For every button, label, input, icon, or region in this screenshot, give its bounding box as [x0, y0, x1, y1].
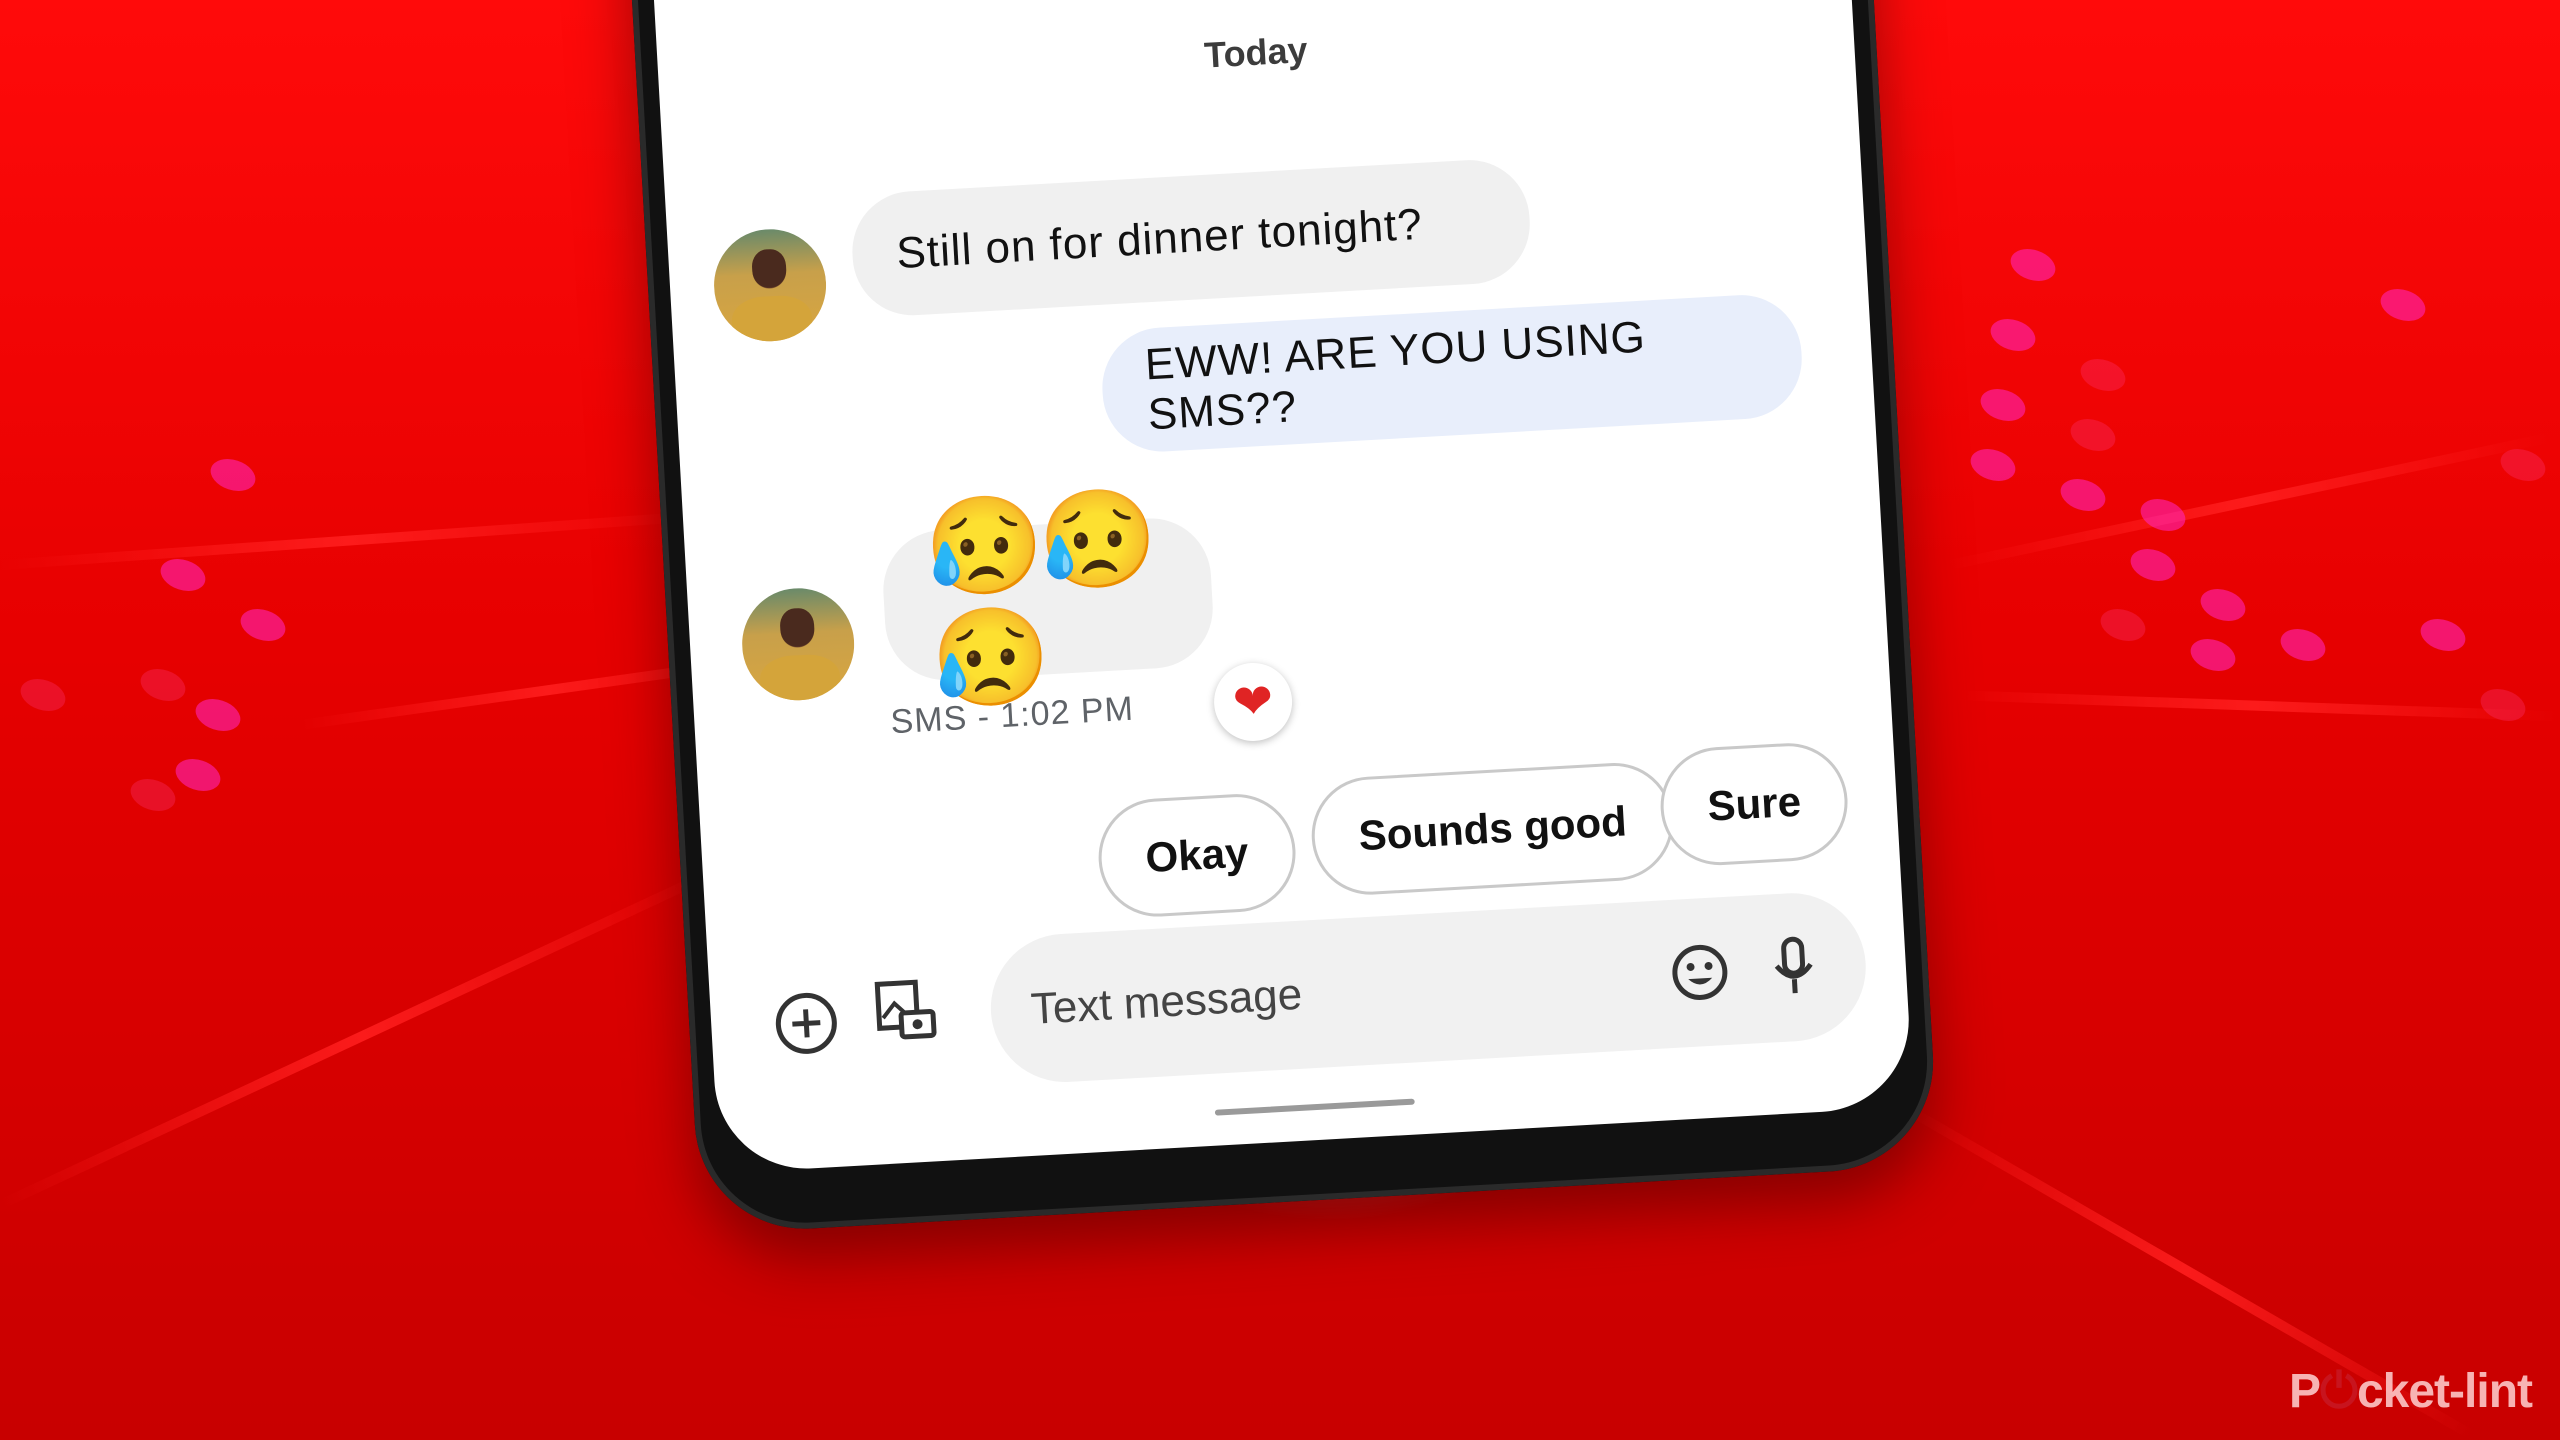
smart-reply-sounds-good[interactable]: Sounds good	[1308, 759, 1677, 898]
microphone-icon	[1774, 936, 1813, 994]
add-circle-icon	[775, 992, 837, 1054]
emoji-button[interactable]	[1666, 939, 1733, 1006]
gallery-camera-button[interactable]	[869, 973, 943, 1047]
emoji-icon	[1672, 944, 1728, 1000]
incoming-emoji-bubble[interactable]: 😥😥😥	[880, 483, 1216, 715]
outgoing-message-bubble[interactable]: EWW! ARE YOU USING SMS??	[1099, 291, 1805, 455]
smart-reply-okay[interactable]: Okay	[1095, 790, 1299, 920]
message-input-placeholder: Text message	[1029, 969, 1304, 1034]
power-icon: ⏻	[2320, 1365, 2358, 1418]
message-timestamp: SMS - 1:02 PM	[889, 689, 1135, 742]
incoming-message-bubble[interactable]: Still on for dinner tonight?	[849, 156, 1534, 319]
message-text: Still on for dinner tonight?	[895, 199, 1425, 279]
phone-frame: Today Still on for dinner tonight? EWW! …	[610, 0, 1940, 1235]
smart-reply-sure[interactable]: Sure	[1657, 740, 1852, 869]
contact-avatar[interactable]	[739, 585, 858, 704]
sad-emoji-message: 😥😥😥	[922, 483, 1155, 715]
voice-input-button[interactable]	[1760, 933, 1827, 1000]
messages-screen: Today Still on for dinner tonight? EWW! …	[632, 0, 1914, 1174]
date-divider: Today	[1203, 28, 1309, 76]
add-attachment-button[interactable]	[769, 986, 843, 1060]
message-text: EWW! ARE YOU USING SMS??	[1143, 312, 1647, 440]
heart-reaction-icon[interactable]: ❤	[1211, 660, 1295, 744]
pocket-lint-watermark: P⏻cket-lint	[2288, 1365, 2533, 1418]
message-input[interactable]: Text message	[986, 889, 1870, 1086]
gesture-navigation-bar[interactable]	[1214, 1098, 1415, 1116]
contact-avatar[interactable]	[711, 226, 830, 345]
gallery-camera-icon	[874, 979, 937, 1040]
